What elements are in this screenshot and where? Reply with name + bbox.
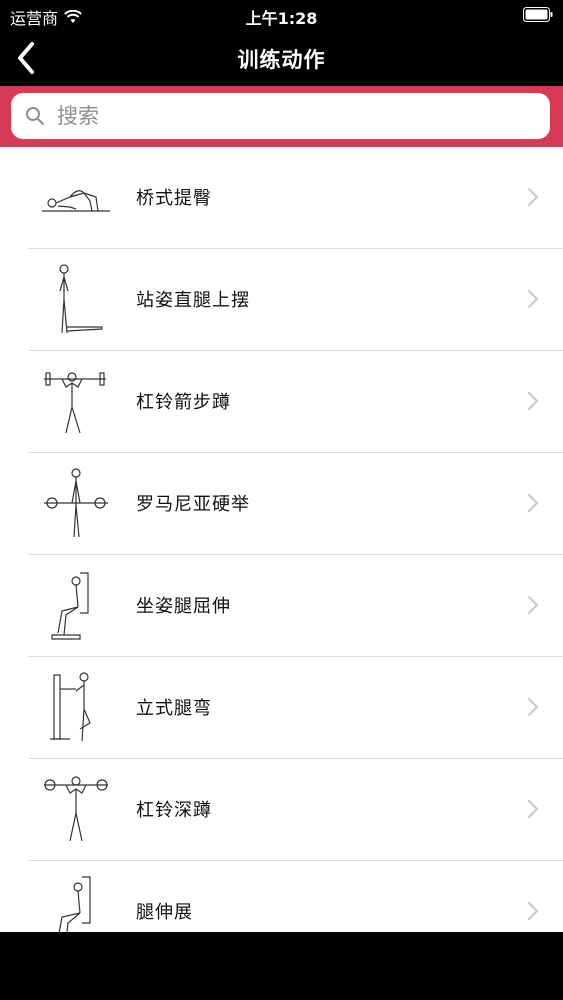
search-input[interactable]: [55, 103, 519, 129]
chevron-right-icon: [528, 596, 538, 614]
romanian-deadlift-figure-icon: [44, 468, 108, 538]
search-icon: [26, 107, 44, 125]
exercise-list-item[interactable]: 罗马尼亚硬举: [28, 453, 563, 555]
glute-bridge-figure-icon: [42, 190, 110, 212]
battery-icon: [523, 7, 553, 22]
exercise-list-item[interactable]: 杠铃箭步蹲: [28, 351, 563, 453]
exercise-list-item[interactable]: 桥式提臀: [28, 147, 563, 249]
exercise-name: 坐姿腿屈伸: [136, 596, 231, 617]
standing-leg-raise-figure-icon: [59, 264, 103, 334]
page-title: 训练动作: [237, 48, 326, 72]
chevron-right-icon: [528, 698, 538, 716]
barbell-squat-figure-icon: [44, 776, 108, 842]
chevron-right-icon: [528, 494, 538, 512]
barbell-lunge-figure-icon: [44, 372, 106, 434]
search-box[interactable]: [11, 93, 550, 139]
navigation-bar: 训练动作: [0, 30, 563, 86]
exercise-list-screen: 运营商 上午1:28 训练动作 搜索 桥式提臀 站姿直腿上摆 杠铃箭步蹲 罗马尼…: [0, 0, 563, 1000]
exercise-list-item[interactable]: 坐姿腿屈伸: [28, 555, 563, 657]
status-bar: 运营商 上午1:28: [0, 0, 563, 30]
bottom-bar: [0, 932, 563, 1000]
exercise-name: 杠铃箭步蹲: [136, 392, 231, 413]
chevron-right-icon: [528, 290, 538, 308]
exercise-name: 杠铃深蹲: [136, 800, 212, 821]
exercise-name: 站姿直腿上摆: [136, 290, 250, 311]
exercise-list: 桥式提臀 站姿直腿上摆 杠铃箭步蹲 罗马尼亚硬举 坐姿腿屈伸 立式腿弯 杠铃深蹲…: [0, 147, 563, 963]
exercise-list-item[interactable]: 杠铃深蹲: [28, 759, 563, 861]
seated-leg-extension-figure-icon: [51, 572, 89, 640]
exercise-list-item[interactable]: 立式腿弯: [28, 657, 563, 759]
chevron-right-icon: [528, 800, 538, 818]
status-time: 上午1:28: [245, 9, 318, 28]
chevron-right-icon: [528, 902, 538, 920]
standing-leg-curl-figure-icon: [50, 672, 91, 742]
exercise-name: 腿伸展: [136, 902, 193, 923]
exercise-name: 桥式提臀: [136, 188, 212, 209]
search-bar-container: [0, 86, 563, 147]
exercise-name: 罗马尼亚硬举: [136, 494, 250, 515]
chevron-right-icon: [528, 392, 538, 410]
exercise-name: 立式腿弯: [136, 698, 212, 719]
chevron-right-icon: [528, 188, 538, 206]
exercise-list-item[interactable]: 站姿直腿上摆: [28, 249, 563, 351]
